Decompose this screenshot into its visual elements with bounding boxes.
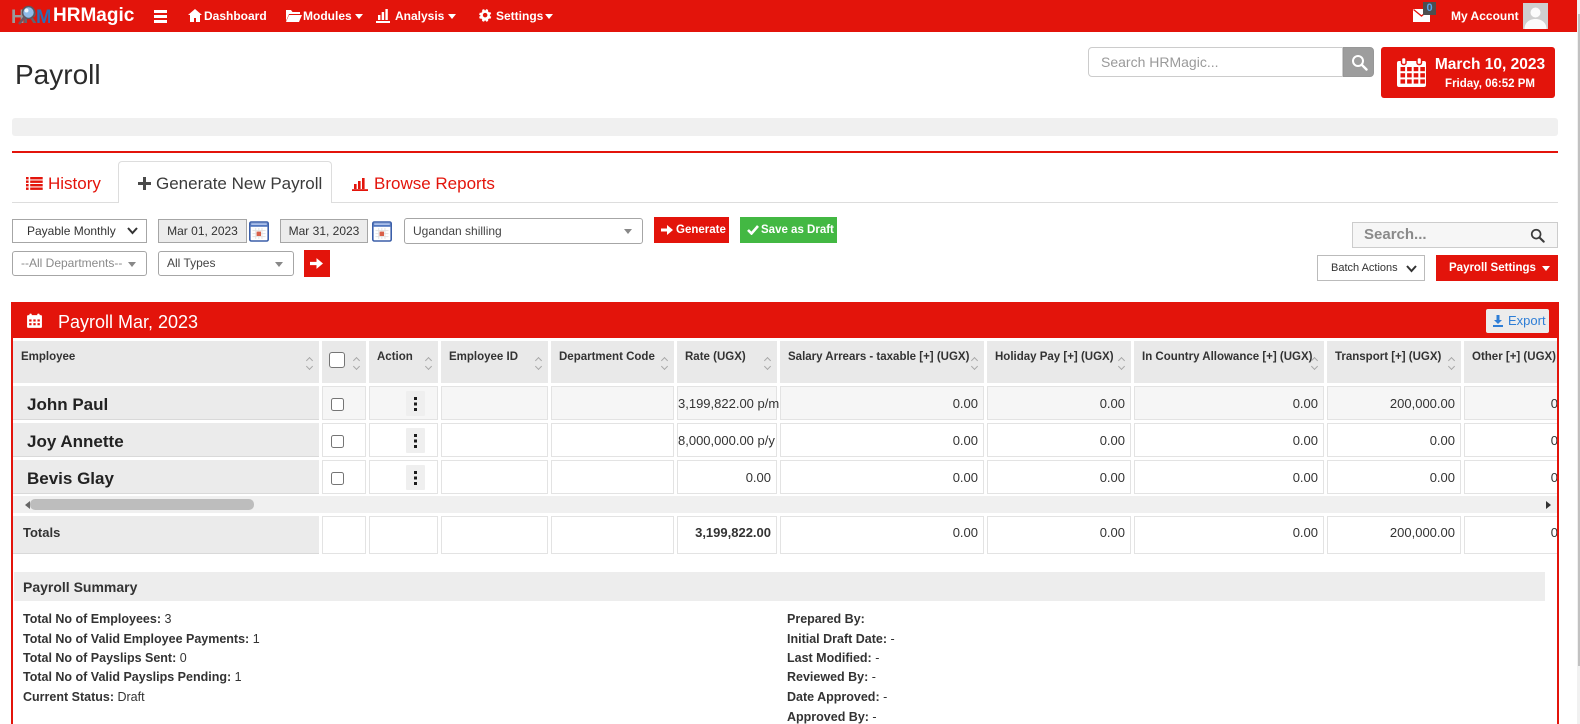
svg-text:M: M bbox=[36, 7, 50, 28]
